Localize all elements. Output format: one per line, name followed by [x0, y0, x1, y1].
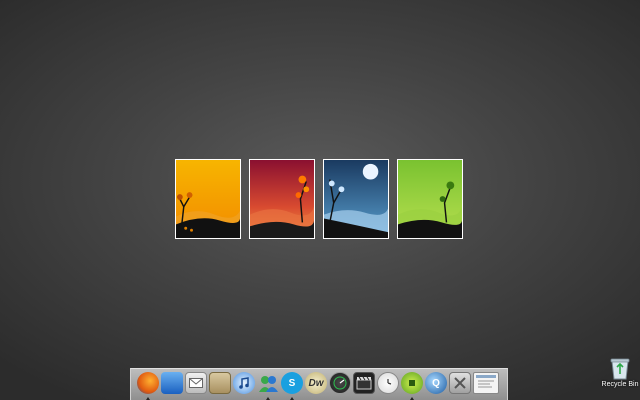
- document-window-icon[interactable]: [473, 372, 499, 394]
- firefox-icon[interactable]: [137, 372, 159, 394]
- winter-night-panel: [323, 159, 389, 239]
- recycle-bin[interactable]: Recycle Bin: [600, 356, 640, 396]
- cpu-chip-icon[interactable]: [401, 372, 423, 394]
- sunset-panel: [249, 159, 315, 239]
- finder-icon[interactable]: [161, 372, 183, 394]
- autumn-panel: [175, 159, 241, 239]
- clock-icon[interactable]: [377, 372, 399, 394]
- spring-panel: [397, 159, 463, 239]
- wallpaper-panels: [175, 159, 467, 241]
- notes-icon[interactable]: [209, 372, 231, 394]
- skype-icon[interactable]: S: [281, 372, 303, 394]
- recycle-bin-icon: [610, 358, 630, 380]
- quicktime-icon[interactable]: Q: [425, 372, 447, 394]
- system-tools-icon[interactable]: [449, 372, 471, 394]
- mail-icon[interactable]: [185, 372, 207, 394]
- dreamweaver-icon[interactable]: Dw: [305, 372, 327, 394]
- speedometer-icon[interactable]: [329, 372, 351, 394]
- recycle-bin-label: Recycle Bin: [601, 381, 639, 388]
- itunes-icon[interactable]: [233, 372, 255, 394]
- dock: S Dw Q: [130, 368, 508, 400]
- video-clapper-icon[interactable]: [353, 372, 375, 394]
- messenger-icon[interactable]: [257, 372, 279, 394]
